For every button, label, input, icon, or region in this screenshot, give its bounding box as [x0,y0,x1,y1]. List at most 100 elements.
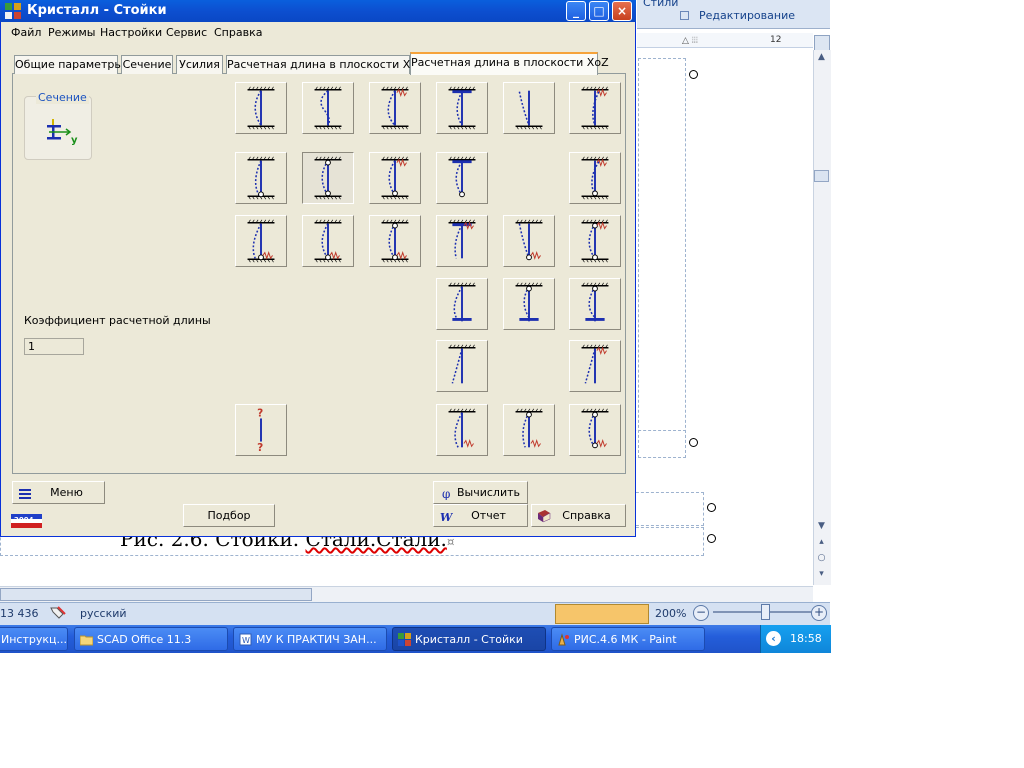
vertical-scroll-thumb[interactable] [814,170,829,182]
zoom-slider-thumb[interactable] [761,604,770,620]
horizontal-scroll-thumb[interactable] [0,588,312,601]
buckling-scheme-button[interactable] [503,82,555,134]
menu-file[interactable]: Файл [11,26,41,39]
anchor-icon[interactable] [707,503,716,512]
buckling-scheme-button[interactable] [569,215,621,267]
menu-modes[interactable]: Режимы [48,26,95,39]
word-report-icon: W [440,511,453,523]
ribbon-launcher-icon[interactable] [680,11,689,20]
tab-length-xoy[interactable]: Расчетная длина в плоскости XoY [226,55,424,74]
word-count[interactable]: 13 436 [0,607,39,620]
clock[interactable]: 18:58 [790,632,822,645]
ruler-indent-icon[interactable]: △ ⦙⦙⦙ [682,36,698,46]
buckling-scheme-button[interactable] [436,82,488,134]
browse-object-icon[interactable]: ○ [815,553,828,563]
coef-input[interactable]: 1 [24,338,84,355]
buckling-scheme-button[interactable] [369,152,421,204]
tray-expand-icon[interactable]: ‹ [766,631,781,646]
buckling-scheme-button[interactable] [436,215,488,267]
buckling-scheme-button[interactable] [235,152,287,204]
taskbar-item-kristall[interactable]: Кристалл - Стойки [392,627,546,651]
taskbar-item-word-doc[interactable]: W МУ К ПРАКТИЧ ЗАН... [233,627,387,651]
ruler-number: 12 [770,35,782,45]
help-button[interactable]: Справка [531,504,626,527]
paint-icon [558,633,569,646]
buckling-scheme-button[interactable] [503,215,555,267]
buckling-scheme-button[interactable] [369,215,421,267]
buckling-scheme-icon [247,219,275,263]
buckling-scheme-icon: ?? [257,408,263,455]
buckling-scheme-icon [515,282,543,322]
section-group-label: Сечение [36,91,89,104]
menu-button-label: Меню [50,486,83,499]
anchor-icon[interactable] [707,534,716,543]
scroll-down-arrow-icon[interactable]: ▼ [815,521,828,531]
buckling-scheme-button[interactable] [569,404,621,456]
maximize-button[interactable]: □ [589,1,609,21]
vertical-scrollbar[interactable] [813,50,831,585]
prev-page-icon[interactable]: ▴ [815,537,828,547]
taskbar-item-paint[interactable]: РИС.4.6 МК - Paint [551,627,705,651]
buckling-scheme-button[interactable] [369,82,421,134]
ruler-toggle-button[interactable] [814,35,830,51]
report-button-label: Отчет [471,509,506,522]
buckling-scheme-button[interactable] [436,340,488,392]
zoom-in-button[interactable]: + [811,605,827,621]
close-button[interactable]: × [612,1,632,21]
buckling-scheme-button[interactable] [569,340,621,392]
buckling-scheme-button[interactable] [302,82,354,134]
buckling-scheme-button[interactable] [503,278,555,330]
tab-general[interactable]: Общие параметры [14,55,123,74]
report-button[interactable]: W Отчет [433,504,528,527]
buckling-scheme-button[interactable] [302,215,354,267]
buckling-scheme-button[interactable] [302,152,354,204]
select-button[interactable]: Подбор [183,504,275,527]
zoom-out-button[interactable]: − [693,605,709,621]
anchor-icon[interactable] [689,438,698,447]
minimize-button[interactable]: _ [566,1,586,21]
buckling-scheme-button[interactable] [436,404,488,456]
buckling-scheme-button[interactable] [436,152,488,204]
buckling-scheme-button[interactable] [235,82,287,134]
buckling-scheme-button[interactable] [569,278,621,330]
zoom-level[interactable]: 200% [655,607,686,620]
tab-length-xoz[interactable]: Расчетная длина в плоскости XoZ [410,52,609,75]
taskbar-label: SCAD Office 11.3 [97,633,192,646]
buckling-scheme-icon [448,344,476,384]
buckling-scheme-icon [581,156,609,200]
menu-service[interactable]: Сервис [166,26,207,39]
buckling-scheme-button[interactable] [569,152,621,204]
buckling-scheme-button[interactable] [436,278,488,330]
scroll-up-arrow-icon[interactable]: ▲ [815,52,828,62]
buckling-scheme-button[interactable] [235,215,287,267]
ribbon-edit-label[interactable]: Редактирование [699,9,795,22]
word-document-icon: W [239,633,252,646]
tab-forces[interactable]: Усилия [176,55,223,74]
buckling-scheme-icon [581,408,609,449]
view-buttons[interactable] [555,604,649,624]
text-frame [638,58,686,458]
buckling-scheme-icon [448,156,476,198]
menu-button[interactable]: Меню [12,481,105,504]
horizontal-ruler [637,33,813,48]
folder-icon [80,635,93,646]
buckling-scheme-button[interactable]: ?? [235,404,287,456]
axis-y-label: y [71,135,78,145]
language-indicator[interactable]: русский [80,607,127,620]
calculate-button[interactable]: φ Вычислить [433,481,528,504]
buckling-scheme-button[interactable] [569,82,621,134]
buckling-scheme-icon [581,282,609,322]
spellcheck-icon[interactable] [49,605,67,619]
tab-section[interactable]: Сечение [121,55,173,74]
menu-help[interactable]: Справка [214,26,262,39]
menu-settings[interactable]: Настройки [100,26,162,39]
taskbar-item-scad[interactable]: SCAD Office 11.3 [74,627,228,651]
kristall-app-icon [398,633,411,646]
buckling-scheme-button[interactable] [503,404,555,456]
unknown-top-mark: ? [257,408,263,420]
ribbon-styles-label[interactable]: Стили [643,0,678,9]
taskbar-item-instruction[interactable]: Инструкц... [0,627,68,651]
anchor-icon[interactable] [689,70,698,79]
unknown-bottom-mark: ? [257,442,263,454]
next-page-icon[interactable]: ▾ [815,569,828,579]
